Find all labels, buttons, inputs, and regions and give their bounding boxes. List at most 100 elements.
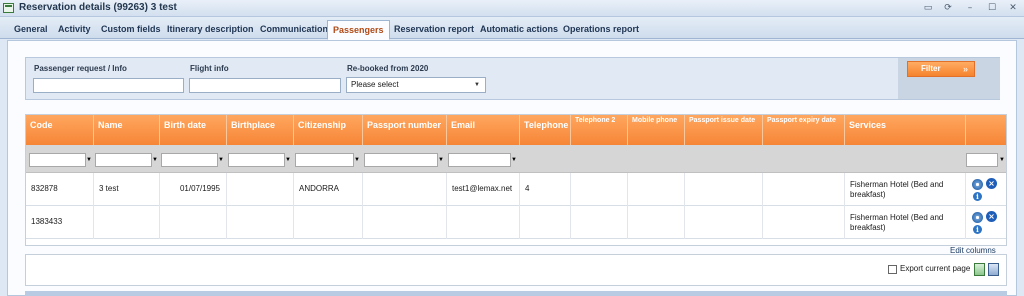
filter-birthplace-input[interactable] xyxy=(228,153,285,167)
tab-general[interactable]: General xyxy=(9,21,53,39)
chevron-down-icon[interactable]: ▼ xyxy=(354,157,360,163)
minimize-to-tray-icon[interactable]: ▭ xyxy=(921,1,935,15)
filter-actions-input[interactable] xyxy=(966,153,998,167)
tab-operations-report[interactable]: Operations report xyxy=(558,21,644,39)
cell-passport-expiry-date xyxy=(763,206,845,239)
export-current-page-checkbox[interactable] xyxy=(888,265,897,274)
column-header-mobile-phone[interactable]: Mobile phone xyxy=(628,115,685,145)
chevron-down-icon[interactable]: ▼ xyxy=(218,157,224,163)
filter-panel: Passenger request / Info Flight info Re-… xyxy=(25,57,1000,100)
passengers-panel: Passenger request / Info Flight info Re-… xyxy=(7,40,1017,296)
filter-button[interactable]: Filter » xyxy=(907,61,975,77)
cell-mobile-phone xyxy=(628,173,685,206)
rebooked-select[interactable]: Please select ▼ xyxy=(346,77,486,93)
cell-email xyxy=(447,206,520,239)
cell-passport-issue-date xyxy=(685,173,763,206)
column-header-passport-number[interactable]: Passport number xyxy=(363,115,447,145)
chevron-down-icon[interactable]: ▼ xyxy=(152,157,158,163)
tab-passengers[interactable]: Passengers xyxy=(327,20,390,40)
cell-passport-number xyxy=(363,173,447,206)
cell-passport-issue-date xyxy=(685,206,763,239)
filter-button-label: Filter xyxy=(921,64,941,73)
column-header-passport-expiry-date[interactable]: Passport expiry date xyxy=(763,115,845,145)
settings-gear-icon[interactable] xyxy=(972,179,983,190)
cell-passport-expiry-date xyxy=(763,173,845,206)
cell-name: 3 test xyxy=(94,173,160,206)
column-header-code[interactable]: Code xyxy=(26,115,94,145)
passengers-table: Code Name Birth date Birthplace Citizens… xyxy=(25,114,1007,246)
column-header-actions xyxy=(966,115,1006,145)
settings-gear-icon[interactable] xyxy=(972,212,983,223)
filter-passport-number-input[interactable] xyxy=(364,153,438,167)
cell-passport-number xyxy=(363,206,447,239)
cell-birthplace xyxy=(227,206,294,239)
cell-services: Fisherman Hotel (Bed and breakfast) xyxy=(845,206,966,239)
chevron-down-icon[interactable]: ▼ xyxy=(999,157,1005,163)
filter-name-input[interactable] xyxy=(95,153,152,167)
column-header-passport-issue-date[interactable]: Passport issue date xyxy=(685,115,763,145)
minimize-icon[interactable]: – xyxy=(963,1,977,15)
filter-citizenship-input[interactable] xyxy=(295,153,354,167)
rebooked-label: Re-booked from 2020 xyxy=(347,64,429,73)
tab-activity[interactable]: Activity xyxy=(53,21,96,39)
column-header-telephone-2[interactable]: Telephone 2 xyxy=(571,115,628,145)
column-header-citizenship[interactable]: Citizenship xyxy=(294,115,363,145)
close-icon[interactable]: ✕ xyxy=(1006,1,1020,15)
tab-reservation-report[interactable]: Reservation report xyxy=(389,21,479,39)
column-header-telephone[interactable]: Telephone xyxy=(520,115,571,145)
delete-icon[interactable]: × xyxy=(986,178,997,189)
tab-itinerary-description[interactable]: Itinerary description xyxy=(162,21,259,39)
bottom-section-divider xyxy=(25,291,1007,296)
cell-birth-date: 01/07/1995 xyxy=(160,173,227,206)
row-actions: × i xyxy=(966,173,1006,206)
chevron-down-icon[interactable]: ▼ xyxy=(285,157,291,163)
cell-telephone xyxy=(520,206,571,239)
maximize-icon[interactable]: ☐ xyxy=(985,1,999,15)
cell-services: Fisherman Hotel (Bed and breakfast) xyxy=(845,173,966,206)
cell-name xyxy=(94,206,160,239)
chevron-down-icon: ▼ xyxy=(474,82,480,88)
csv-export-icon[interactable] xyxy=(988,263,999,276)
cell-code: 832878 xyxy=(26,173,94,206)
double-chevron-right-icon: » xyxy=(962,64,968,74)
cell-birthplace xyxy=(227,173,294,206)
tab-custom-fields[interactable]: Custom fields xyxy=(96,21,166,39)
chevron-down-icon[interactable]: ▼ xyxy=(511,157,517,163)
export-current-page-label: Export current page xyxy=(900,264,971,273)
flight-info-input[interactable] xyxy=(189,78,341,93)
tab-automatic-actions[interactable]: Automatic actions xyxy=(475,21,563,39)
passenger-info-input[interactable] xyxy=(33,78,184,93)
column-filter-row: ▼ ▼ ▼ ▼ ▼ ▼ ▼ ▼ xyxy=(26,145,1006,173)
export-panel: Export current page xyxy=(25,254,1007,286)
excel-export-icon[interactable] xyxy=(974,263,985,276)
info-icon[interactable]: i xyxy=(973,225,982,234)
chevron-down-icon[interactable]: ▼ xyxy=(438,157,444,163)
table-header: Code Name Birth date Birthplace Citizens… xyxy=(26,115,1006,145)
cell-code: 1383433 xyxy=(26,206,94,239)
column-header-email[interactable]: Email xyxy=(447,115,520,145)
cell-citizenship xyxy=(294,206,363,239)
table-row[interactable]: 1383433 Fisherman Hotel (Bed and breakfa… xyxy=(26,206,1006,239)
table-row[interactable]: 832878 3 test 01/07/1995 ANDORRA test1@l… xyxy=(26,173,1006,206)
filter-birth-date-input[interactable] xyxy=(161,153,218,167)
window-title: Reservation details (99263) 3 test xyxy=(19,2,177,13)
refresh-icon[interactable]: ⟳ xyxy=(941,1,955,15)
passenger-info-label: Passenger request / Info xyxy=(34,64,127,73)
column-header-birth-date[interactable]: Birth date xyxy=(160,115,227,145)
filter-code-input[interactable] xyxy=(29,153,86,167)
cell-email: test1@lemax.net xyxy=(447,173,520,206)
app-icon xyxy=(3,3,14,13)
info-icon[interactable]: i xyxy=(973,192,982,201)
tab-communication[interactable]: Communication xyxy=(255,21,333,39)
cell-mobile-phone xyxy=(628,206,685,239)
column-header-services[interactable]: Services xyxy=(845,115,966,145)
rebooked-select-value: Please select xyxy=(351,80,399,89)
row-actions: × i xyxy=(966,206,1006,239)
column-header-birthplace[interactable]: Birthplace xyxy=(227,115,294,145)
cell-telephone: 4 xyxy=(520,173,571,206)
column-header-name[interactable]: Name xyxy=(94,115,160,145)
filter-email-input[interactable] xyxy=(448,153,511,167)
chevron-down-icon[interactable]: ▼ xyxy=(86,157,92,163)
cell-telephone-2 xyxy=(571,206,628,239)
delete-icon[interactable]: × xyxy=(986,211,997,222)
